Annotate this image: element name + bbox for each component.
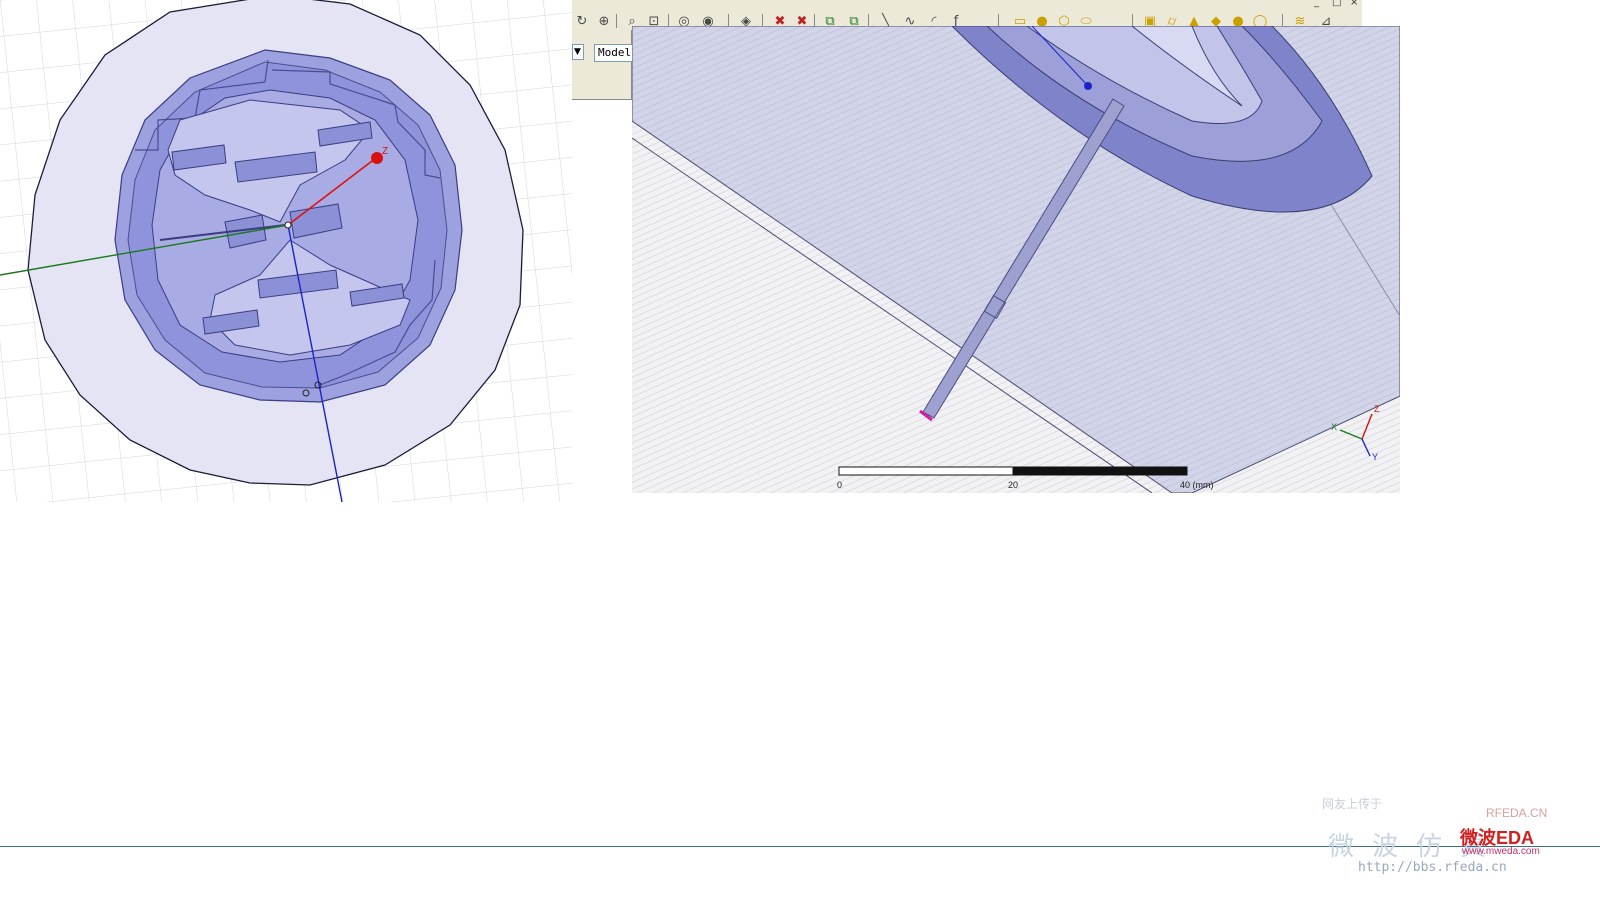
watermark-logo-text: 微波EDA bbox=[1460, 828, 1535, 848]
model-tree-panel bbox=[572, 30, 632, 100]
watermark-forum: http://bbs.rfeda.cn bbox=[1358, 860, 1507, 875]
triad-z-label: Z bbox=[1374, 404, 1380, 414]
chevron-down-icon: ▼ bbox=[574, 47, 581, 57]
right-model-canvas[interactable]: Z X Y 0 20 40 (mm) bbox=[632, 26, 1400, 493]
triad-y-label: Y bbox=[1372, 452, 1378, 462]
scale-label-0: 0 bbox=[837, 480, 842, 490]
model-dropdown-button[interactable]: ▼ bbox=[572, 44, 584, 60]
origin-marker bbox=[284, 221, 292, 229]
watermark-url: www.mweda.com bbox=[1462, 846, 1540, 857]
scale-label-20: 20 bbox=[1008, 480, 1018, 490]
rotate-icon[interactable]: ↻ bbox=[574, 14, 590, 30]
right-3d-viewport[interactable]: Z X Y 0 20 40 (mm) bbox=[632, 26, 1400, 493]
left-model-canvas[interactable]: Z bbox=[0, 0, 572, 502]
maximize-button[interactable]: □ bbox=[1332, 0, 1341, 8]
minimize-button[interactable]: _ bbox=[1314, 0, 1319, 8]
fit-all-icon[interactable]: ⊕ bbox=[596, 14, 612, 30]
scale-label-40: 40 (mm) bbox=[1180, 480, 1214, 490]
model-selector-value: Model bbox=[598, 46, 632, 59]
model-selector[interactable]: Model bbox=[594, 44, 632, 62]
z-axis-label: Z bbox=[382, 146, 388, 157]
watermark: 网友上传于 RFEDA.CN 微波仿真 微波EDA www.mweda.com … bbox=[1300, 790, 1600, 890]
close-button[interactable]: × bbox=[1350, 0, 1358, 8]
watermark-uploader: 网友上传于 bbox=[1322, 797, 1383, 811]
window-controls: _ □ × bbox=[1306, 0, 1362, 10]
left-3d-viewport[interactable]: Z bbox=[0, 0, 572, 502]
toolbar-separator bbox=[616, 14, 617, 28]
watermark-site: RFEDA.CN bbox=[1486, 806, 1548, 820]
triad-x-label: X bbox=[1331, 422, 1337, 432]
